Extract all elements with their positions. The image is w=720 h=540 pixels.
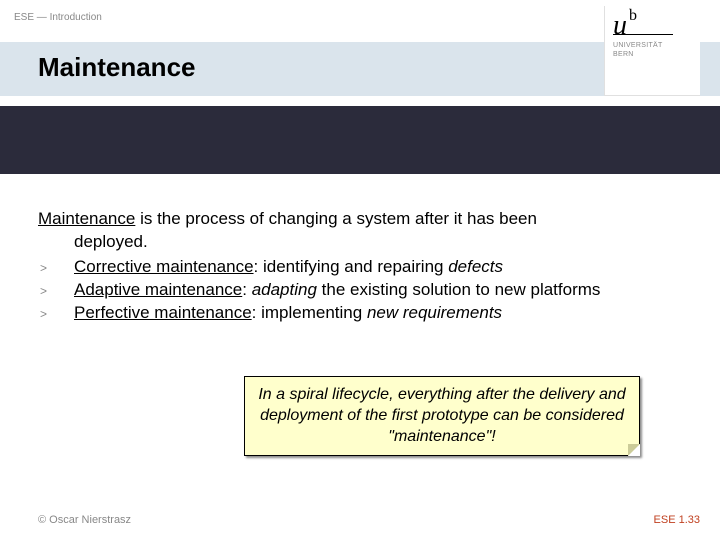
- bullet-term: Adaptive maintenance: [74, 280, 242, 299]
- intro-rest: is the process of changing a system afte…: [135, 209, 537, 228]
- logo-caption-line1: UNIVERSITÄT: [613, 41, 700, 50]
- bullet-em: adapting: [252, 280, 317, 299]
- bullet-item: > Perfective maintenance: implementing n…: [38, 302, 678, 325]
- bullet-plain: : identifying and repairing: [254, 257, 449, 276]
- header: ESE — Introduction Maintenance ub UNIVER…: [0, 0, 720, 106]
- intro-line: Maintenance is the process of changing a…: [38, 208, 678, 254]
- bullet-marker: >: [38, 279, 58, 302]
- university-logo: ub UNIVERSITÄT BERN: [604, 6, 700, 96]
- logo-b-glyph: b: [629, 7, 637, 24]
- bullet-item: > Corrective maintenance: identifying an…: [38, 256, 678, 279]
- bullet-term: Corrective maintenance: [74, 257, 254, 276]
- logo-u-glyph: u: [613, 10, 627, 41]
- bullet-text: Adaptive maintenance: adapting the exist…: [58, 279, 678, 302]
- intro-term: Maintenance: [38, 209, 135, 228]
- page-title: Maintenance: [38, 52, 196, 83]
- dark-band: [0, 106, 720, 174]
- footer-pagenum: ESE 1.33: [654, 514, 700, 526]
- bullet-plain: : implementing: [252, 303, 367, 322]
- bullet-text: Corrective maintenance: identifying and …: [58, 256, 678, 279]
- bullet-em: defects: [448, 257, 503, 276]
- bullet-em: new requirements: [367, 303, 502, 322]
- bullet-plain2: the existing solution to new platforms: [317, 280, 600, 299]
- bullet-marker: >: [38, 256, 58, 279]
- logo-caption-line2: BERN: [613, 50, 700, 59]
- bullet-marker: >: [38, 302, 58, 325]
- bullet-item: > Adaptive maintenance: adapting the exi…: [38, 279, 678, 302]
- breadcrumb: ESE — Introduction: [14, 12, 102, 23]
- footer-copyright: © Oscar Nierstrasz: [38, 514, 131, 526]
- intro-hang: deployed.: [38, 231, 678, 254]
- callout-text: In a spiral lifecycle, everything after …: [258, 386, 625, 445]
- bullet-text: Perfective maintenance: implementing new…: [58, 302, 678, 325]
- body-content: Maintenance is the process of changing a…: [38, 208, 678, 325]
- bullet-plain: :: [242, 280, 251, 299]
- bullet-list: > Corrective maintenance: identifying an…: [38, 256, 678, 325]
- callout-box: In a spiral lifecycle, everything after …: [244, 376, 640, 456]
- dogear-icon: [628, 444, 640, 456]
- bullet-term: Perfective maintenance: [74, 303, 252, 322]
